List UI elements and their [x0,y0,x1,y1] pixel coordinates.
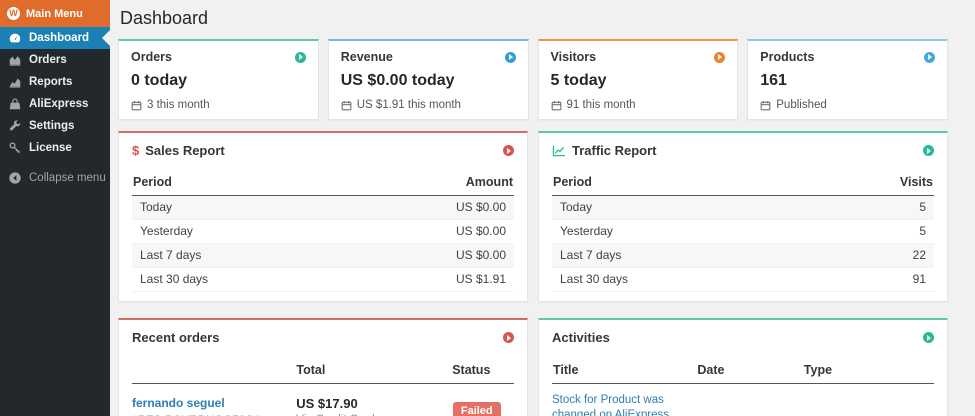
column-header [133,363,296,377]
sidebar-item-license[interactable]: License [0,137,110,159]
line-chart-icon [552,145,565,156]
go-arrow-icon[interactable] [294,51,306,63]
stat-card-visitors: Visitors 5 today 91 this month [537,39,739,120]
calendar-icon [551,100,561,110]
gauge-icon [8,31,22,45]
collapse-arrow-icon [8,171,22,185]
sidebar-item-collapse-menu[interactable]: Collapse menu [0,167,110,189]
active-item-notch [94,30,110,46]
sidebar-item-label: Reports [29,76,73,88]
bottom-row: Recent orders Total Status fernando segu… [118,318,948,416]
activity-row: Stock for Product was changed on AliExpr… [552,384,934,416]
stat-card-value: US $0.00 today [340,72,455,89]
sidebar-item-label: Orders [29,54,67,66]
chart-line-icon [8,75,22,89]
traffic-report-table: Period Visits Today 5 Yesterday 5 Last 7 d… [552,169,934,292]
activity-link[interactable]: Stock for Product was changed on AliExpr… [552,394,672,416]
reports-row: $ Sales Report Period Amount Today US $0.… [118,131,948,302]
main-content: Dashboard Orders 0 today 3 this month Re… [110,0,975,416]
table-row: Last 7 days 22 [552,244,934,268]
sales-report-table: Period Amount Today US $0.00 Yesterday US … [132,169,514,292]
stat-card-value: 5 today [550,72,607,89]
recent-orders-title: Recent orders [132,330,220,345]
sidebar-item-label: Dashboard [29,32,90,44]
recent-orders-table: Total Status fernando seguel #BES-PQVRDU… [132,356,514,416]
stat-cards-row: Orders 0 today 3 this month Revenue US $… [118,39,948,120]
wordpress-logo-icon: W [7,7,20,20]
go-arrow-icon[interactable] [923,145,934,156]
shopping-bag-icon [8,97,22,111]
order-row: fernando seguel #BES-PQVRDUQQ79C4 Feb, 2… [132,384,514,416]
column-header: Amount [465,175,513,189]
go-arrow-icon[interactable] [504,51,516,63]
column-header [880,363,933,377]
stat-card-revenue: Revenue US $0.00 today US $1.91 this mon… [327,39,529,120]
activities-table: Title Date Type Stock for Product was ch… [552,356,934,416]
wrench-icon [8,119,22,133]
key-icon [8,141,22,155]
column-header: Date [697,363,725,377]
table-row: Last 30 days 91 [552,268,934,292]
calendar-icon [131,100,142,110]
chart-area-icon [8,53,22,67]
column-header: Period [133,175,172,189]
stat-card-subtext: 3 this month [147,99,210,111]
activities-card: Activities Title Date Type Stock for Pro… [538,318,948,416]
table-row: Last 7 days US $0.00 [132,244,514,268]
traffic-report-card: Traffic Report Period Visits Today 5 Yest… [538,131,948,302]
sidebar-item-label: AliExpress [29,98,89,110]
stat-card-title: Revenue [340,50,393,64]
column-header: Visits [899,175,933,189]
sidebar-item-dashboard[interactable]: Dashboard [0,27,110,49]
table-row: Yesterday 5 [552,220,934,244]
stat-card-title: Products [760,50,815,64]
go-arrow-icon[interactable] [923,332,934,343]
sidebar-item-main-menu[interactable]: W Main Menu [0,0,110,27]
column-header: Period [553,175,592,189]
go-arrow-icon[interactable] [924,51,935,63]
column-header: Type [803,363,833,377]
table-row: Yesterday US $0.00 [132,220,514,244]
table-row: Last 30 days US $1.91 [132,268,514,292]
sidebar: W Main Menu Dashboard Orders Reports Ali… [0,0,110,416]
stat-card-orders: Orders 0 today 3 this month [118,39,319,120]
table-row: Today US $0.00 [132,196,514,220]
table-row: Today 5 [552,196,934,220]
stat-card-products: Products 161 Published [747,39,948,120]
calendar-icon [341,100,352,110]
dollar-icon: $ [132,143,140,158]
stat-card-subtext: Published [776,99,827,111]
customer-link[interactable]: fernando seguel [132,396,225,410]
sidebar-item-aliexpress[interactable]: AliExpress [0,93,110,115]
stat-card-value: 0 today [131,72,188,89]
page-title: Dashboard [120,8,209,28]
go-arrow-icon[interactable] [503,332,514,343]
sidebar-item-label: License [29,142,72,154]
sales-report-card: $ Sales Report Period Amount Today US $0.… [118,131,528,302]
sales-report-title: Sales Report [145,143,225,158]
sidebar-item-orders[interactable]: Orders [0,49,110,71]
stat-card-value: 161 [760,72,787,89]
column-header: Title [553,363,579,377]
stat-card-title: Visitors [550,50,597,64]
sidebar-item-label: Collapse menu [29,172,106,184]
go-arrow-icon[interactable] [503,145,514,156]
recent-orders-card: Recent orders Total Status fernando segu… [118,318,528,416]
go-arrow-icon[interactable] [714,51,726,63]
stat-card-subtext: US $1.91 this month [356,99,461,111]
traffic-report-title: Traffic Report [572,143,657,158]
wp-admin-dashboard: W Main Menu Dashboard Orders Reports Ali… [0,0,975,416]
activities-title: Activities [552,330,610,345]
order-total: US $17.90 [296,396,358,411]
main-menu-label: Main Menu [26,7,83,20]
calendar-icon [760,100,771,110]
column-header: Total [296,363,326,377]
sidebar-item-reports[interactable]: Reports [0,71,110,93]
column-header: Status [452,363,491,377]
sidebar-item-label: Settings [29,120,75,132]
stat-card-subtext: 91 this month [566,99,636,111]
stat-card-title: Orders [131,50,172,64]
sidebar-item-settings[interactable]: Settings [0,115,110,137]
status-badge: Failed [452,402,501,416]
